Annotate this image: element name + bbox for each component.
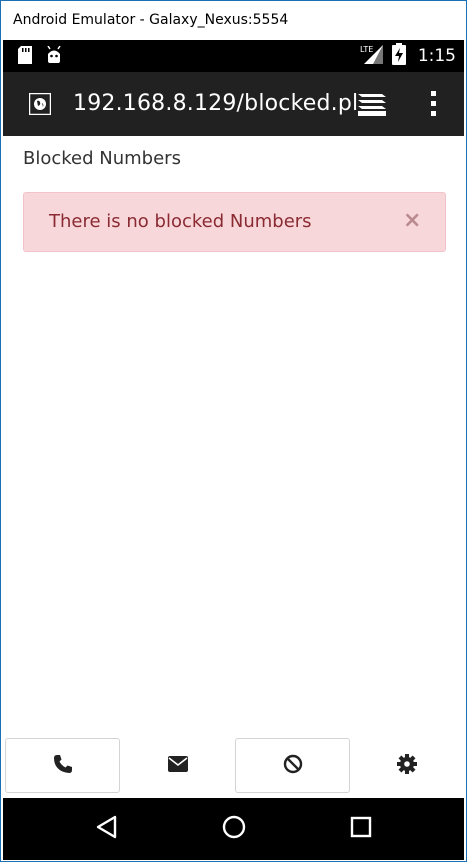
tabs-stack-icon[interactable] bbox=[356, 92, 388, 118]
android-debug-icon bbox=[46, 45, 62, 68]
tab-settings[interactable] bbox=[350, 738, 464, 793]
android-nav-bar bbox=[3, 798, 464, 860]
home-button[interactable] bbox=[218, 813, 250, 845]
lte-label: LTE bbox=[360, 45, 373, 54]
page-content: Blocked Numbers There is no blocked Numb… bbox=[3, 136, 464, 738]
ban-icon bbox=[283, 754, 303, 778]
emulator-window: Android Emulator - Galaxy_Nexus:5554 LTE… bbox=[0, 0, 467, 862]
browser-toolbar: 192.168.8.129/blocked.pl bbox=[3, 72, 464, 136]
sd-card-icon bbox=[18, 46, 32, 68]
alert-message: There is no blocked Numbers bbox=[49, 211, 312, 232]
battery-charging-icon bbox=[391, 43, 406, 69]
home-icon bbox=[221, 814, 247, 844]
alert-banner: There is no blocked Numbers × bbox=[23, 192, 446, 252]
overflow-menu-icon[interactable] bbox=[427, 89, 441, 119]
gear-icon bbox=[397, 753, 417, 778]
recent-apps-button[interactable] bbox=[345, 813, 377, 845]
phone-icon bbox=[53, 754, 73, 778]
status-clock: 1:15 bbox=[417, 46, 456, 66]
tab-blocked[interactable] bbox=[235, 738, 350, 793]
url-bar[interactable]: 192.168.8.129/blocked.pl bbox=[73, 72, 358, 136]
recent-apps-icon bbox=[349, 815, 373, 843]
tab-phone[interactable] bbox=[5, 738, 120, 793]
back-icon bbox=[94, 814, 120, 844]
alert-close-button[interactable]: × bbox=[403, 209, 421, 233]
page-title: Blocked Numbers bbox=[23, 148, 181, 169]
status-bar: LTE 1:15 bbox=[3, 40, 464, 72]
envelope-icon bbox=[167, 755, 188, 776]
site-globe-icon[interactable] bbox=[28, 92, 52, 116]
lte-signal-icon: LTE bbox=[360, 43, 384, 69]
back-button[interactable] bbox=[91, 813, 123, 845]
tab-messages[interactable] bbox=[120, 738, 235, 793]
window-title: Android Emulator - Galaxy_Nexus:5554 bbox=[1, 1, 466, 40]
bottom-tab-bar bbox=[3, 738, 464, 798]
